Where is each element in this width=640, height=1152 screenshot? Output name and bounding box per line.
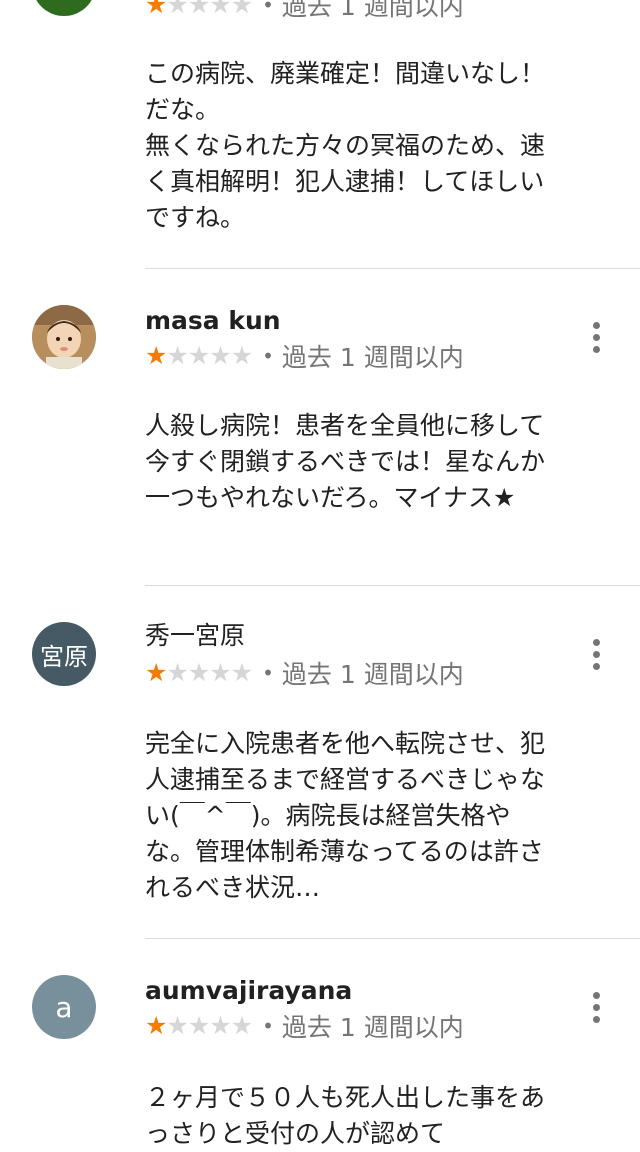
more-options-icon[interactable] [584,317,608,357]
divider [145,938,640,939]
avatar[interactable] [32,0,96,16]
avatar-photo-icon [32,305,96,369]
review-text: この病院、廃業確定！間違いなし！だな。 無くなられた方々の冥福のため、速く真相解… [145,59,546,232]
star-empty-icon: ★ [166,0,189,19]
review-time: 過去 1 週間以内 [281,1013,464,1042]
avatar-initials: 宮原 [40,642,88,671]
rating-row: ★ ★ ★ ★ ★ • 過去 1 週間以内 [145,658,464,689]
avatar[interactable] [32,305,96,369]
star-empty-icon: ★ [166,341,189,370]
star-empty-icon: ★ [166,658,189,687]
review-time: 過去 1 週間以内 [281,343,464,372]
separator-dot: • [262,1014,274,1038]
star-empty-icon: ★ [187,341,211,370]
rating-row: ★ ★ ★ ★ ★ • 過去 1 週間以内 [145,0,464,21]
reviewer-name[interactable]: masa kun [145,306,281,336]
separator-dot: • [262,0,274,17]
review-text[interactable]: 完全に入院患者を他へ転院させ、犯人逮捕至るまで経営するべきじゃない(￣^￣)。病… [145,726,545,906]
star-empty-icon: ★ [230,341,254,370]
star-empty-icon: ★ [209,341,232,370]
star-filled-icon: ★ [145,658,168,687]
star-empty-icon: ★ [230,0,254,19]
rating-row: ★ ★ ★ ★ ★ • 過去 1 週間以内 [145,341,464,372]
avatar[interactable]: a [32,975,96,1039]
star-empty-icon: ★ [187,1011,211,1040]
star-empty-icon: ★ [230,1011,254,1040]
review-text: 人殺し病院！患者を全員他に移して今すぐ閉鎖するべきでは！星なんか一つもやれないだ… [145,411,546,512]
divider [145,268,640,269]
review-time: 過去 1 週間以内 [281,660,464,689]
more-options-icon[interactable] [584,987,608,1027]
avatar-initials: a [55,990,73,1024]
more-options-icon[interactable] [584,634,608,674]
star-empty-icon: ★ [187,0,211,19]
reviewer-name[interactable]: 秀一宮原 [145,621,245,651]
review-time: 過去 1 週間以内 [281,0,464,21]
separator-dot: • [262,344,274,368]
star-filled-icon: ★ [145,1011,168,1040]
star-empty-icon: ★ [209,1011,232,1040]
reviewer-name[interactable]: aumvajirayana [145,976,352,1006]
star-empty-icon: ★ [209,658,232,687]
star-empty-icon: ★ [230,658,254,687]
review-text: ２ヶ月で５０人も死人出した事をあっさりと受付の人が認めて [145,1083,546,1148]
rating-row: ★ ★ ★ ★ ★ • 過去 1 週間以内 [145,1011,464,1042]
star-empty-icon: ★ [209,0,232,19]
star-filled-icon: ★ [145,341,168,370]
avatar[interactable]: 宮原 [32,622,96,686]
separator-dot: • [262,661,274,685]
star-empty-icon: ★ [166,1011,189,1040]
divider [145,585,640,586]
star-empty-icon: ★ [187,658,211,687]
star-filled-icon: ★ [145,0,168,19]
